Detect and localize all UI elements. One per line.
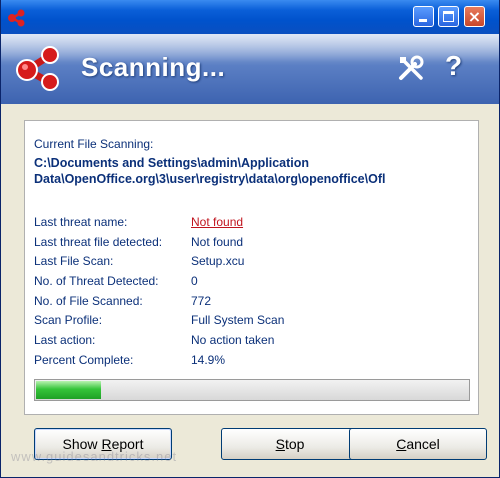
button-label: ancel xyxy=(406,436,440,452)
minimize-button[interactable] xyxy=(413,6,434,27)
button-mnemonic: C xyxy=(396,436,407,452)
current-file-path-line2: Data\OpenOffice.org\3\user\registry\data… xyxy=(34,172,386,186)
watermark-text: www.guidesandtricks.net xyxy=(11,449,178,464)
maximize-button[interactable] xyxy=(438,6,459,27)
scan-progress-bar xyxy=(34,379,470,401)
button-label: top xyxy=(284,436,305,452)
tools-icon[interactable] xyxy=(397,54,425,82)
close-button[interactable]: × xyxy=(464,6,485,27)
scan-status-panel: Current File Scanning: C:\Documents and … xyxy=(24,120,479,415)
button-mnemonic: S xyxy=(275,436,285,452)
close-icon: × xyxy=(467,7,482,26)
detail-label: Scan Profile: xyxy=(34,313,103,328)
last-threat-name-link[interactable]: Not found xyxy=(191,215,243,229)
maximize-icon xyxy=(443,11,454,22)
detail-value: 772 xyxy=(191,293,212,308)
detail-label: No. of File Scanned: xyxy=(34,293,143,308)
detail-value: No action taken xyxy=(191,333,275,348)
percent-complete-value: 14.9% xyxy=(191,352,226,367)
detail-label: No. of Threat Detected: xyxy=(34,274,159,289)
detail-label: Last threat file detected: xyxy=(34,234,163,249)
help-icon[interactable]: ? xyxy=(445,50,462,82)
minimize-icon xyxy=(419,19,427,22)
detail-label: Last threat name: xyxy=(34,215,128,229)
detail-value: Setup.xcu xyxy=(191,254,245,269)
detail-label: Percent Complete: xyxy=(34,352,134,367)
header-banner: Scanning... ? xyxy=(1,34,499,104)
app-logo-icon xyxy=(16,46,59,91)
detail-value: Full System Scan xyxy=(191,313,285,328)
detail-value: 0 xyxy=(191,274,198,289)
cancel-button[interactable]: Cancel xyxy=(349,428,487,460)
app-logo-icon xyxy=(8,9,25,27)
detail-label: Last File Scan: xyxy=(34,254,114,269)
current-file-path: C:\Documents and Settings\admin\Applicat… xyxy=(34,155,474,187)
detail-label: Last action: xyxy=(34,333,96,348)
current-file-label: Current File Scanning: xyxy=(34,137,154,151)
detail-value: Not found xyxy=(191,234,244,249)
stop-button[interactable]: Stop xyxy=(221,428,359,460)
progress-fill xyxy=(36,381,101,399)
current-file-path-line1: C:\Documents and Settings\admin\Applicat… xyxy=(34,156,310,170)
banner-title: Scanning... xyxy=(81,52,226,82)
title-bar[interactable]: × xyxy=(1,0,499,34)
scan-window: × Scanning... ? Current File Scanning: C… xyxy=(0,0,500,478)
